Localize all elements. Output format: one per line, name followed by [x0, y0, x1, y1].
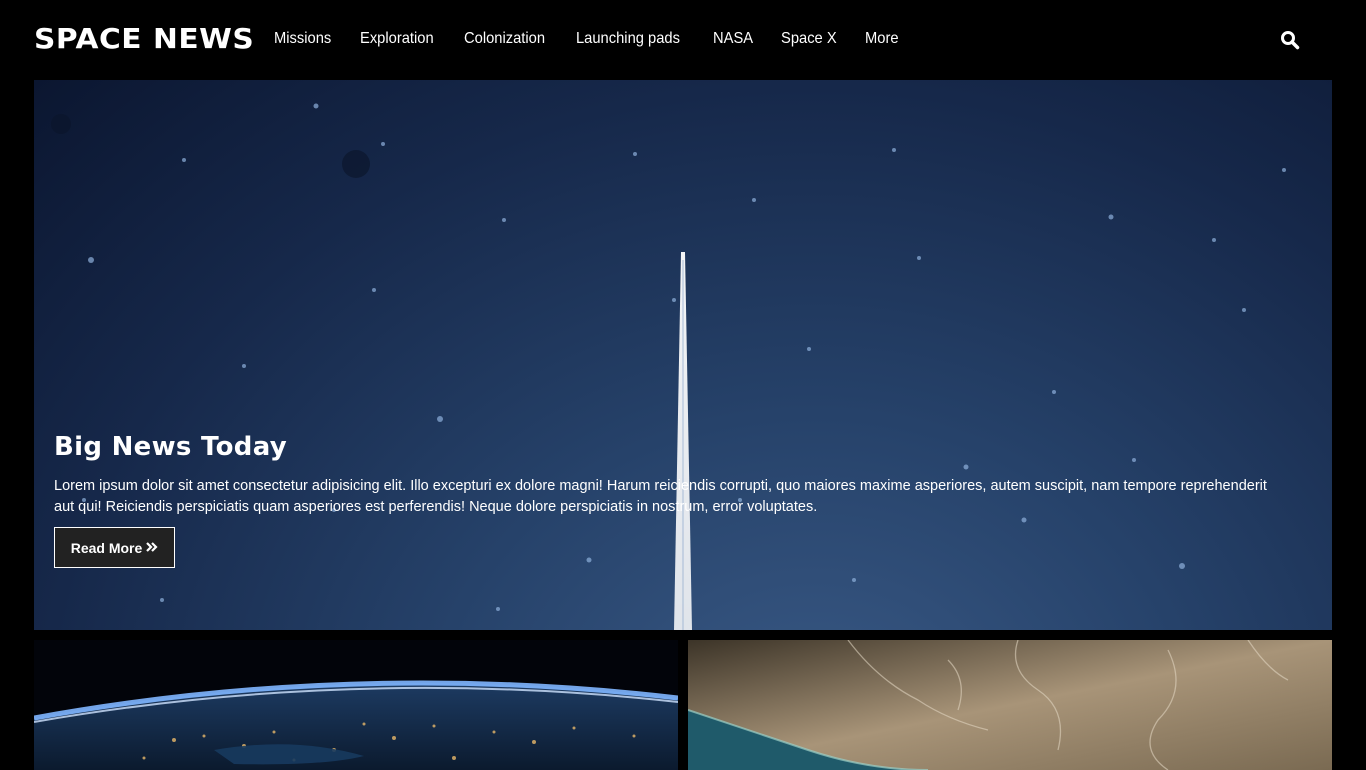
desert-coastline-satellite-image	[688, 640, 1332, 770]
hero-description: Lorem ipsum dolor sit amet consectetur a…	[54, 478, 1267, 515]
site-header: SPACE NEWS Missions Exploration Coloniza…	[0, 0, 1366, 80]
rocket-launch-image	[51, 103, 1286, 630]
read-more-button[interactable]: Read More	[54, 527, 175, 568]
nav-item-nasa[interactable]: NASA	[713, 30, 753, 48]
nav-item-more[interactable]: More	[865, 30, 899, 48]
earth-at-night-image	[34, 680, 678, 770]
nav-item-colonization[interactable]: Colonization	[464, 30, 545, 48]
news-card-desert[interactable]	[688, 640, 1332, 770]
news-card-earth[interactable]	[34, 640, 678, 770]
nav-item-exploration[interactable]: Exploration	[360, 30, 434, 48]
double-chevron-right-icon	[146, 540, 158, 556]
nav-item-space-x[interactable]: Space X	[781, 30, 837, 48]
site-logo[interactable]: SPACE NEWS	[34, 22, 254, 55]
hero-banner: Big News Today Lorem ipsum dolor sit ame…	[34, 80, 1332, 630]
hero-title: Big News Today	[54, 432, 287, 462]
read-more-label: Read More	[70, 539, 143, 556]
nav-item-launching-pads[interactable]: Launching pads	[576, 30, 680, 48]
main-nav: Missions Exploration Colonization Launch…	[274, 30, 926, 48]
nav-item-missions[interactable]: Missions	[274, 30, 331, 48]
search-icon[interactable]	[1280, 30, 1302, 52]
